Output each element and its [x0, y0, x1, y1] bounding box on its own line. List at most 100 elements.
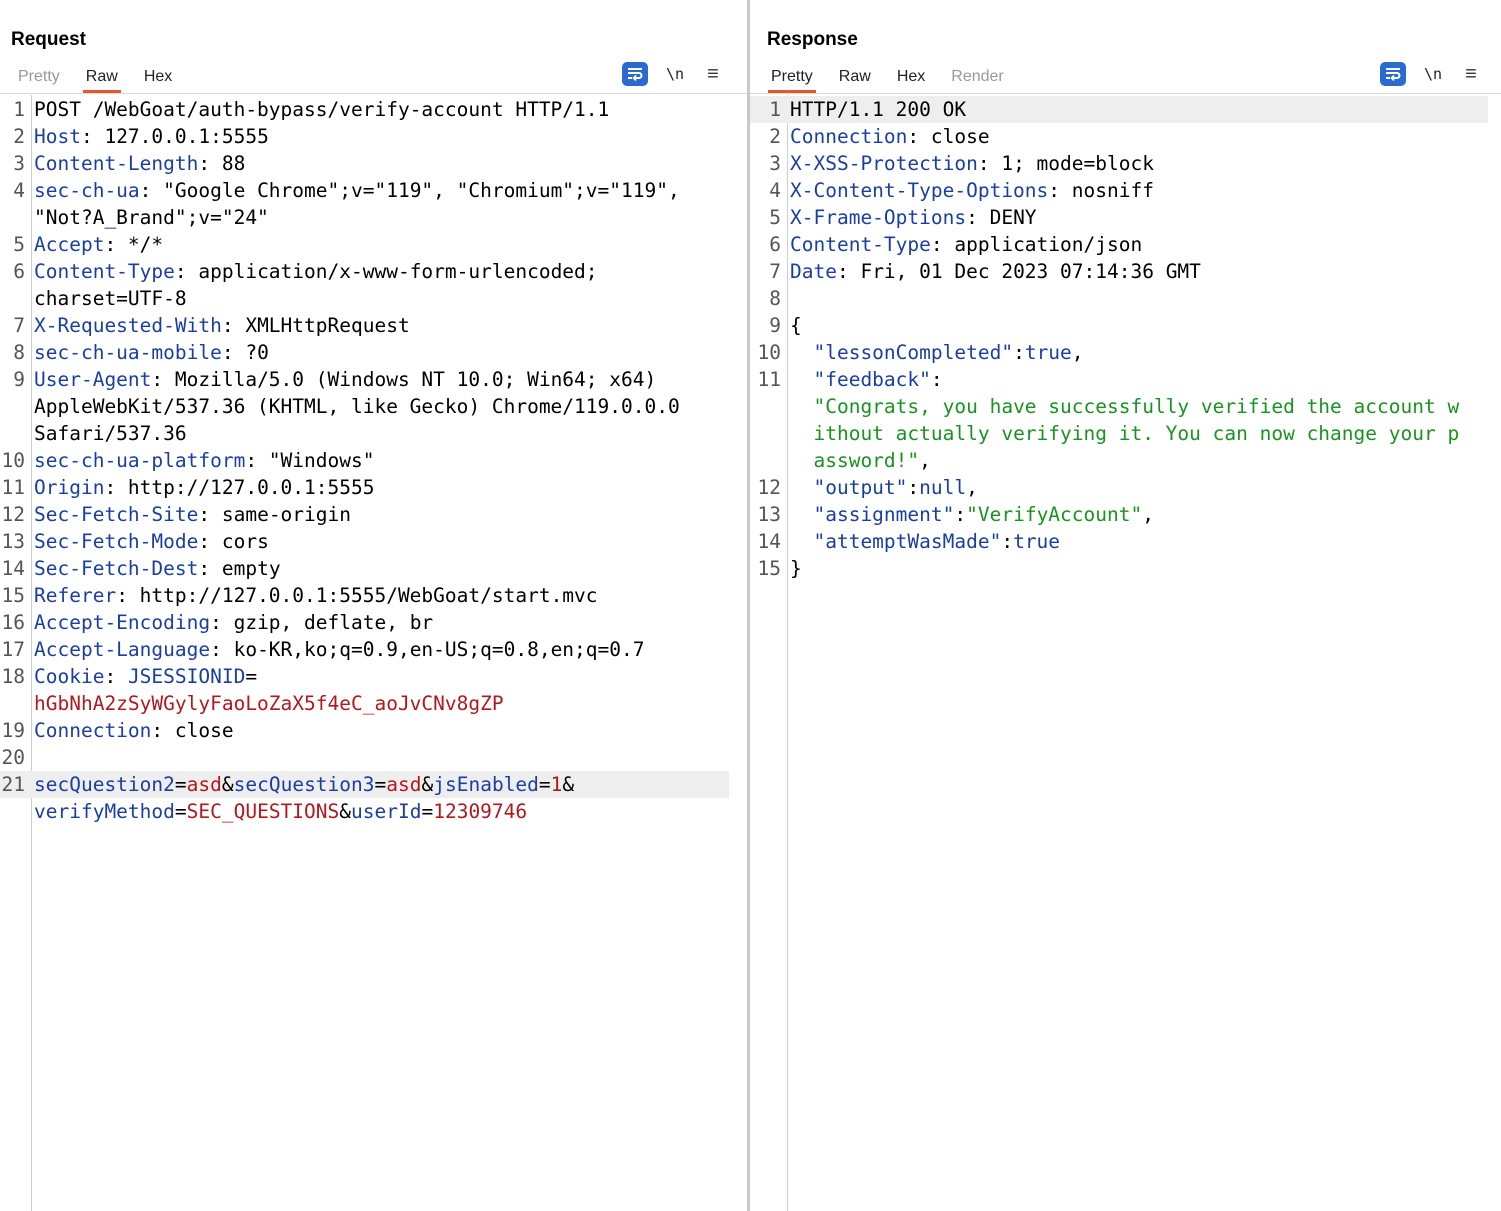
token: sec-ch-ua-mobile [34, 341, 222, 364]
word-wrap-icon[interactable] [622, 62, 648, 86]
token: : [1001, 530, 1014, 553]
token: "output" [813, 476, 908, 499]
token: assword!" [813, 449, 920, 472]
request-editor[interactable]: 1 POST /WebGoat/auth-bypass/verify-accoun… [0, 96, 729, 825]
line-text: "lessonCompleted":true, [785, 339, 1488, 366]
token: : close [151, 719, 234, 742]
token: : */* [104, 233, 164, 256]
token: = [421, 800, 434, 823]
line-number: 13 [1, 530, 25, 553]
line-number: 2 [769, 125, 781, 148]
line-text: Content-Length: 88 [29, 150, 729, 177]
code-line: "Not?A_Brand";v="24" [0, 204, 729, 231]
line-number: 15 [1, 584, 25, 607]
token: : 1; mode=block [977, 152, 1154, 175]
line-number: 6 [769, 233, 781, 256]
line-number: 7 [769, 260, 781, 283]
line-text: X-Content-Type-Options: nosniff [785, 177, 1488, 204]
token: Content-Length [34, 152, 199, 175]
line-text: sec-ch-ua-platform: "Windows" [29, 447, 729, 474]
response-tab-divider [750, 93, 1501, 94]
token: Sec-Fetch-Mode [34, 530, 199, 553]
line-text: Accept: */* [29, 231, 729, 258]
line-number: 14 [757, 530, 781, 553]
line-text: Content-Type: application/x-www-form-url… [29, 258, 729, 285]
code-line: 15 Referer: http://127.0.0.1:5555/WebGoat… [0, 582, 729, 609]
code-line: verifyMethod=SEC_QUESTIONS&userId=123097… [0, 798, 729, 825]
tab-hex[interactable]: Hex [131, 66, 185, 92]
line-text [785, 285, 1488, 312]
token: : http://127.0.0.1:5555 [104, 476, 375, 499]
code-line: 6 Content-Type: application/json [750, 231, 1488, 258]
token: X-Requested-With [34, 314, 222, 337]
token: = [245, 665, 258, 688]
line-text: } [785, 555, 1488, 582]
line-text: "assignment":"VerifyAccount", [785, 501, 1488, 528]
line-number: 18 [1, 665, 25, 688]
code-line: 14 "attemptWasMade":true [750, 528, 1488, 555]
code-line: 5 X-Frame-Options: DENY [750, 204, 1488, 231]
line-text [29, 744, 729, 771]
code-line: 14 Sec-Fetch-Dest: empty [0, 555, 729, 582]
line-number: 19 [1, 719, 25, 742]
response-editor[interactable]: 1 HTTP/1.1 200 OK 2 Connection: close 3 X-XSS… [750, 96, 1488, 582]
line-text: Connection: close [785, 123, 1488, 150]
code-line: 13 Sec-Fetch-Mode: cors [0, 528, 729, 555]
tab-render[interactable]: Render [938, 66, 1016, 92]
token: = [174, 800, 187, 823]
token: Accept-Language [34, 638, 211, 661]
line-text: Host: 127.0.0.1:5555 [29, 123, 729, 150]
token: : application/json [930, 233, 1143, 256]
token: Safari/537.36 [34, 422, 187, 445]
tab-hex[interactable]: Hex [884, 66, 938, 92]
code-line: 10 sec-ch-ua-platform: "Windows" [0, 447, 729, 474]
code-line: "Congrats, you have successfully verifie… [750, 393, 1488, 420]
newline-toggle-button[interactable]: \n [1422, 65, 1444, 83]
token: "attemptWasMade" [813, 530, 1002, 553]
line-number: 3 [769, 152, 781, 175]
tab-pretty[interactable]: Pretty [758, 66, 826, 93]
token: true [1024, 341, 1072, 364]
code-line: 6 Content-Type: application/x-www-form-ur… [0, 258, 729, 285]
line-number: 5 [13, 233, 25, 256]
token: = [374, 773, 387, 796]
newline-toggle-button[interactable]: \n [664, 65, 686, 83]
line-text: "attemptWasMade":true [785, 528, 1488, 555]
token: charset=UTF-8 [34, 287, 187, 310]
line-number: 5 [769, 206, 781, 229]
token: sec-ch-ua-platform [34, 449, 246, 472]
line-text: hGbNhA2zSyWGylyFaoLoZaX5f4eC_aoJvCNv8gZP [29, 690, 729, 717]
tab-raw[interactable]: Raw [826, 66, 884, 92]
token: : [1013, 341, 1025, 364]
line-text: ithout actually verifying it. You can no… [785, 420, 1488, 447]
line-number: 8 [769, 287, 781, 310]
line-number: 21 [1, 773, 25, 796]
tab-pretty[interactable]: Pretty [5, 66, 73, 92]
line-text: User-Agent: Mozilla/5.0 (Windows NT 10.0… [29, 366, 729, 393]
token: secQuestion2 [34, 773, 175, 796]
code-line: charset=UTF-8 [0, 285, 729, 312]
token: HTTP/1.1 200 OK [790, 98, 967, 121]
response-toolbar: \n ≡ [1380, 62, 1482, 86]
hamburger-menu-icon[interactable]: ≡ [1460, 64, 1482, 84]
line-text: HTTP/1.1 200 OK [785, 96, 1488, 123]
line-number: 17 [1, 638, 25, 661]
line-text: charset=UTF-8 [29, 285, 729, 312]
line-text: X-Requested-With: XMLHttpRequest [29, 312, 729, 339]
tab-raw[interactable]: Raw [73, 66, 131, 93]
code-line: 1 HTTP/1.1 200 OK [750, 96, 1488, 123]
token: , [1071, 341, 1084, 364]
code-line: 4 sec-ch-ua: "Google Chrome";v="119", "Ch… [0, 177, 729, 204]
token: ithout actually verifying it. You can no… [813, 422, 1460, 445]
line-text: Sec-Fetch-Mode: cors [29, 528, 729, 555]
response-tabs: Pretty Raw Hex Render [758, 66, 1017, 94]
token: X-Frame-Options [790, 206, 967, 229]
word-wrap-icon[interactable] [1380, 62, 1406, 86]
token: : cors [198, 530, 269, 553]
token: & [339, 800, 352, 823]
code-line: assword!", [750, 447, 1488, 474]
hamburger-menu-icon[interactable]: ≡ [702, 64, 724, 84]
token: JSESSIONID [127, 665, 246, 688]
code-line: 11 Origin: http://127.0.0.1:5555 [0, 474, 729, 501]
